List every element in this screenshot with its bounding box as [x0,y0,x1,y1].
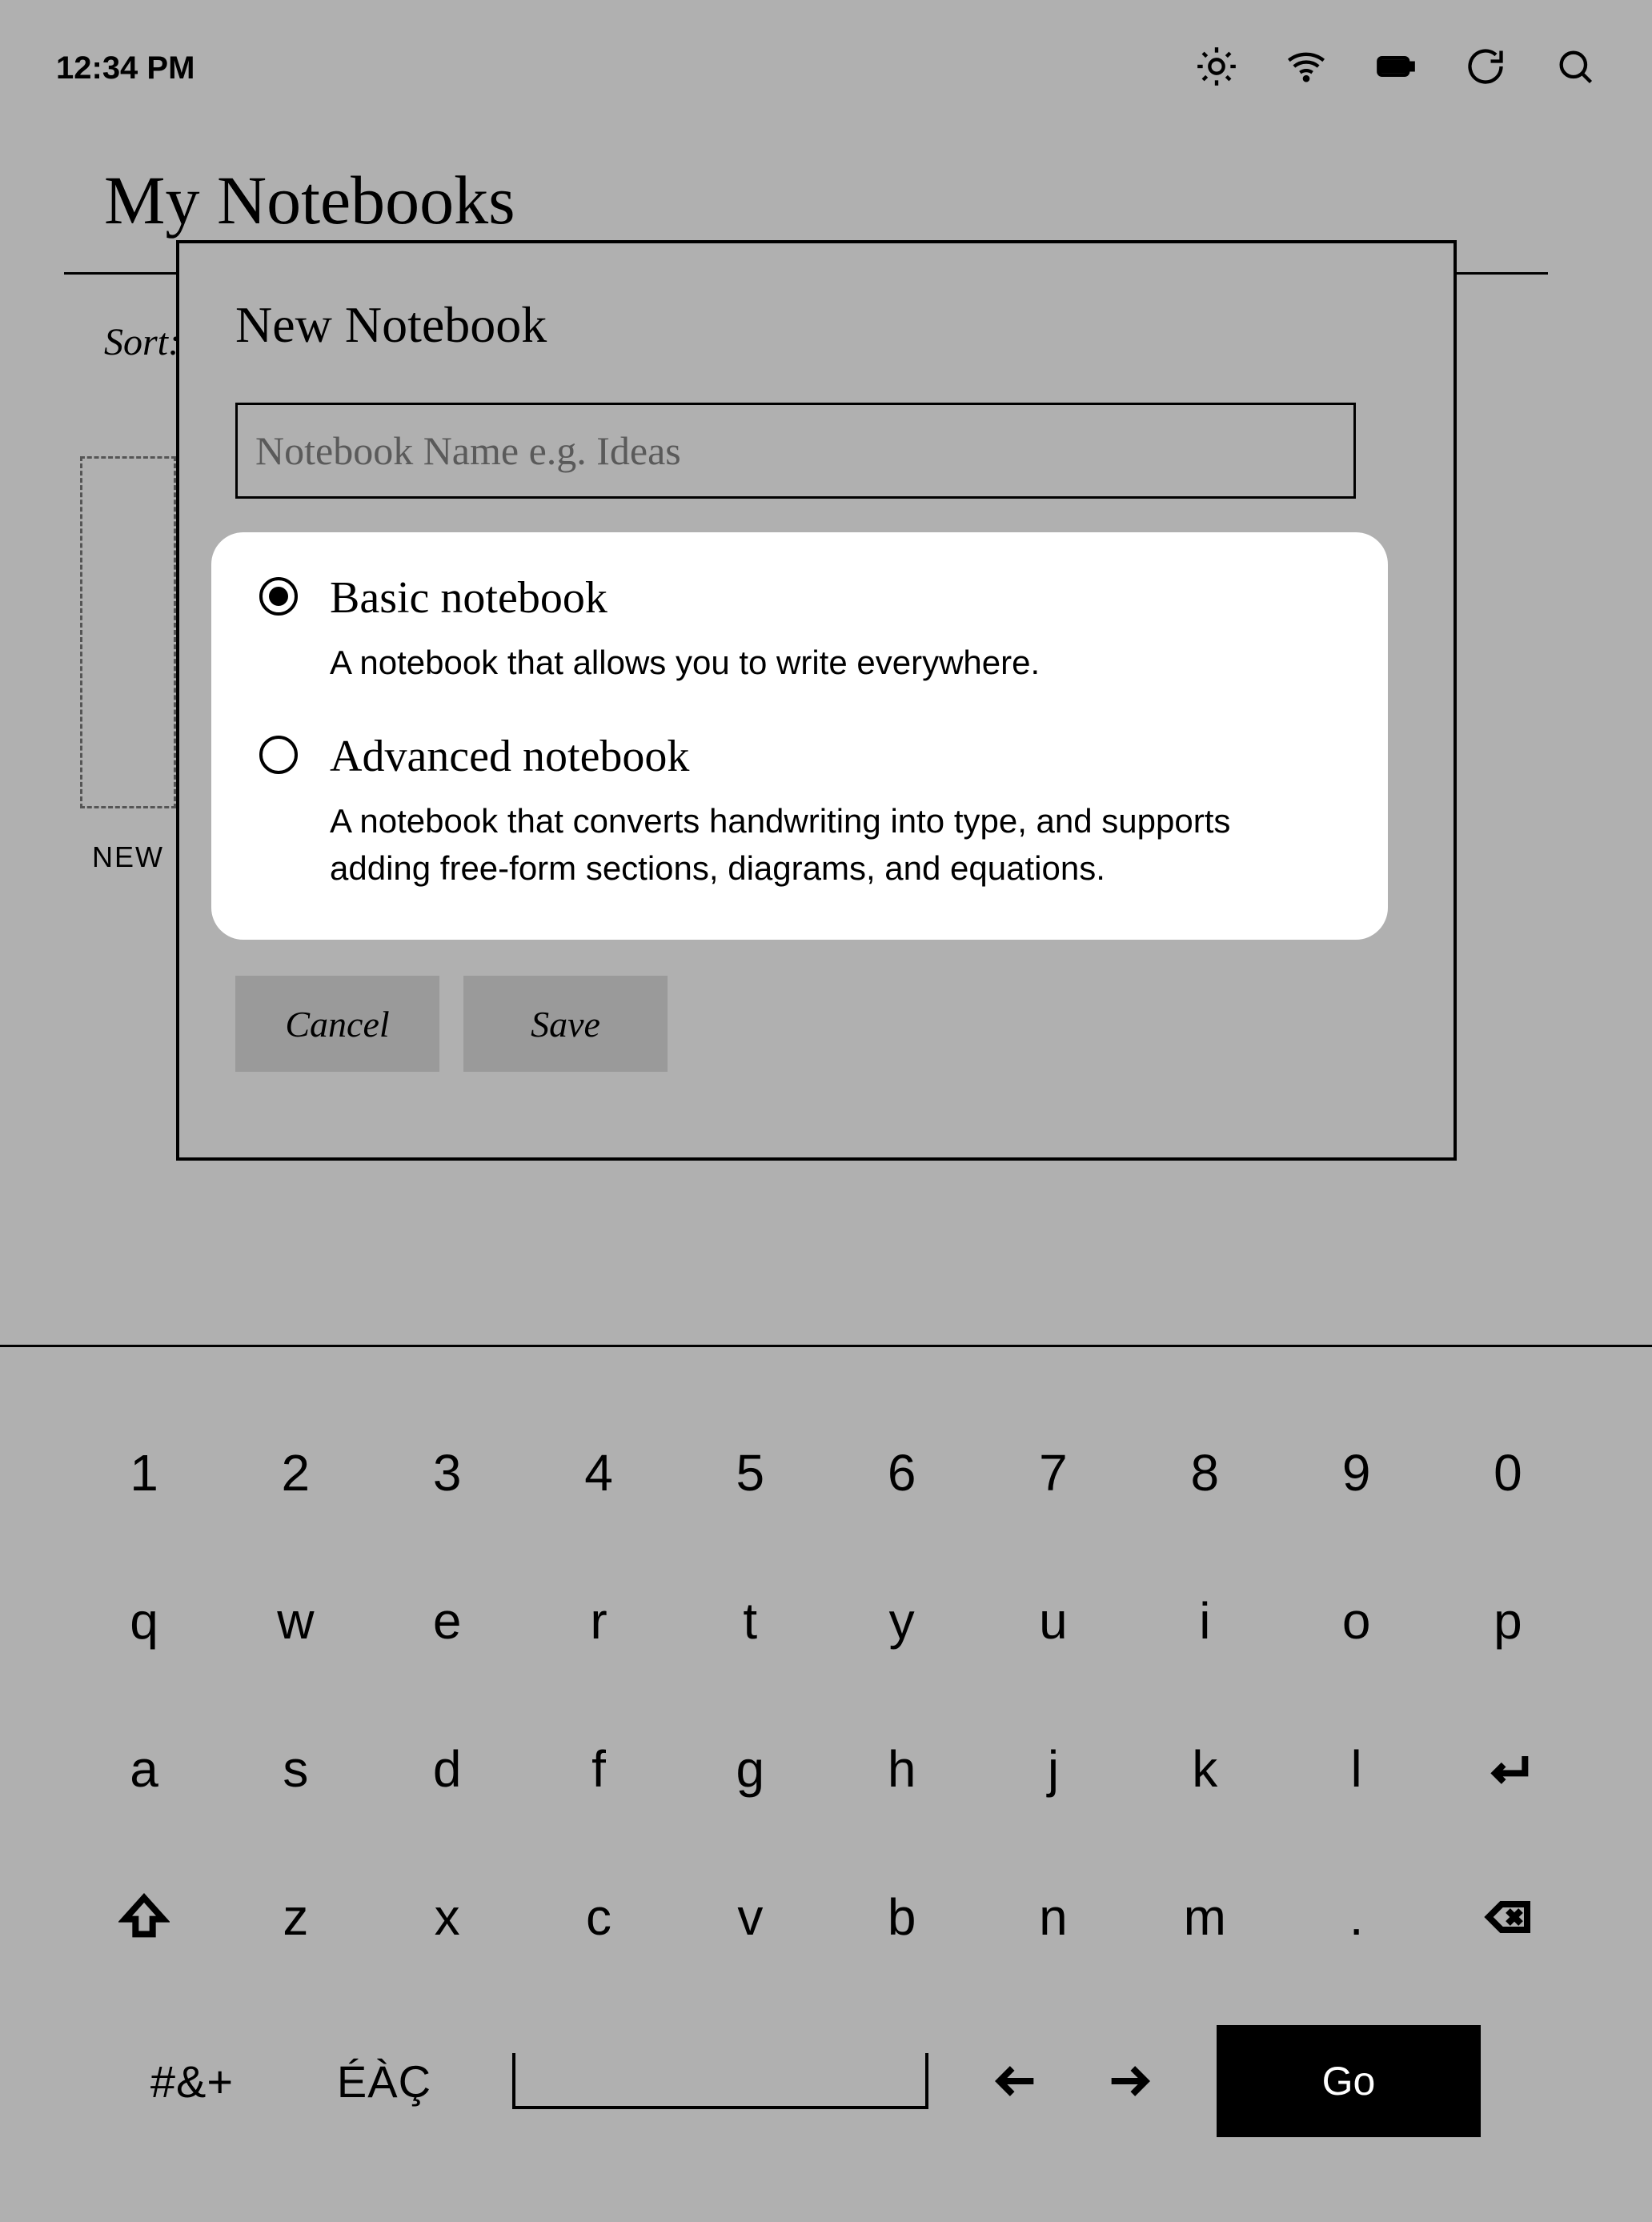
key-o[interactable]: o [1309,1581,1405,1661]
keyboard-row-3: a s d f g h j k l [96,1729,1556,1809]
key-go[interactable]: Go [1217,2025,1481,2137]
key-backspace[interactable] [1460,1877,1556,1957]
key-4[interactable]: 4 [551,1433,647,1513]
new-notebook-modal: New Notebook Basic notebook A notebook t… [176,240,1457,1161]
cancel-button[interactable]: Cancel [235,976,439,1072]
key-6[interactable]: 6 [854,1433,950,1513]
key-space[interactable] [512,2053,928,2109]
option-basic-title: Basic notebook [330,572,1340,624]
search-icon[interactable] [1554,46,1596,91]
wifi-icon[interactable] [1285,46,1327,91]
keyboard-row-4: z x c v b n m . [96,1877,1556,1957]
key-p[interactable]: p [1460,1581,1556,1661]
sort-label[interactable]: Sort: [104,320,181,364]
key-m[interactable]: m [1157,1877,1253,1957]
key-shift[interactable] [96,1877,192,1957]
key-8[interactable]: 8 [1157,1433,1253,1513]
key-symbols[interactable]: #&+ [96,2041,288,2121]
radio-basic[interactable] [259,577,298,616]
key-9[interactable]: 9 [1309,1433,1405,1513]
key-g[interactable]: g [702,1729,798,1809]
key-l[interactable]: l [1309,1729,1405,1809]
keyboard-row-5: #&+ ÉÀÇ Go [96,2025,1556,2137]
key-2[interactable]: 2 [247,1433,343,1513]
page-title: My Notebooks [104,160,515,240]
option-advanced[interactable]: Advanced notebook A notebook that conver… [259,731,1340,892]
radio-advanced[interactable] [259,736,298,774]
notebook-type-options: Basic notebook A notebook that allows yo… [211,532,1388,940]
key-c[interactable]: c [551,1877,647,1957]
key-7[interactable]: 7 [1005,1433,1101,1513]
key-t[interactable]: t [702,1581,798,1661]
key-h[interactable]: h [854,1729,950,1809]
key-accents[interactable]: ÉÀÇ [288,2041,480,2121]
key-3[interactable]: 3 [399,1433,495,1513]
key-u[interactable]: u [1005,1581,1101,1661]
status-icons [1196,46,1596,91]
new-notebook-tile-label: NEW [92,840,164,874]
status-bar: 12:34 PM [0,0,1652,136]
keyboard-row-1: 1 2 3 4 5 6 7 8 9 0 [96,1433,1556,1513]
key-s[interactable]: s [247,1729,343,1809]
key-w[interactable]: w [247,1581,343,1661]
key-5[interactable]: 5 [702,1433,798,1513]
key-b[interactable]: b [854,1877,950,1957]
key-arrow-left[interactable] [960,2041,1073,2121]
key-1[interactable]: 1 [96,1433,192,1513]
key-period[interactable]: . [1309,1877,1405,1957]
key-i[interactable]: i [1157,1581,1253,1661]
clock: 12:34 PM [56,50,194,86]
option-basic[interactable]: Basic notebook A notebook that allows yo… [259,572,1340,687]
key-v[interactable]: v [702,1877,798,1957]
notebook-name-input[interactable] [235,403,1356,499]
key-e[interactable]: e [399,1581,495,1661]
new-notebook-tile[interactable] [80,456,176,808]
option-basic-desc: A notebook that allows you to write ever… [330,640,1340,687]
keyboard-row-2: q w e r t y u i o p [96,1581,1556,1661]
key-d[interactable]: d [399,1729,495,1809]
on-screen-keyboard: 1 2 3 4 5 6 7 8 9 0 q w e r t y u i o p … [0,1409,1652,2222]
modal-title: New Notebook [235,295,1397,355]
key-n[interactable]: n [1005,1877,1101,1957]
option-advanced-title: Advanced notebook [330,731,1340,782]
key-0[interactable]: 0 [1460,1433,1556,1513]
key-r[interactable]: r [551,1581,647,1661]
key-y[interactable]: y [854,1581,950,1661]
brightness-icon[interactable] [1196,46,1237,91]
battery-icon[interactable] [1375,46,1417,91]
keyboard-divider [0,1345,1652,1347]
key-return[interactable] [1460,1729,1556,1809]
sync-icon[interactable] [1465,46,1506,91]
key-f[interactable]: f [551,1729,647,1809]
key-k[interactable]: k [1157,1729,1253,1809]
key-q[interactable]: q [96,1581,192,1661]
key-arrow-right[interactable] [1073,2041,1185,2121]
key-j[interactable]: j [1005,1729,1101,1809]
option-advanced-desc: A notebook that converts handwriting int… [330,798,1340,892]
key-a[interactable]: a [96,1729,192,1809]
key-z[interactable]: z [247,1877,343,1957]
save-button[interactable]: Save [463,976,668,1072]
key-x[interactable]: x [399,1877,495,1957]
